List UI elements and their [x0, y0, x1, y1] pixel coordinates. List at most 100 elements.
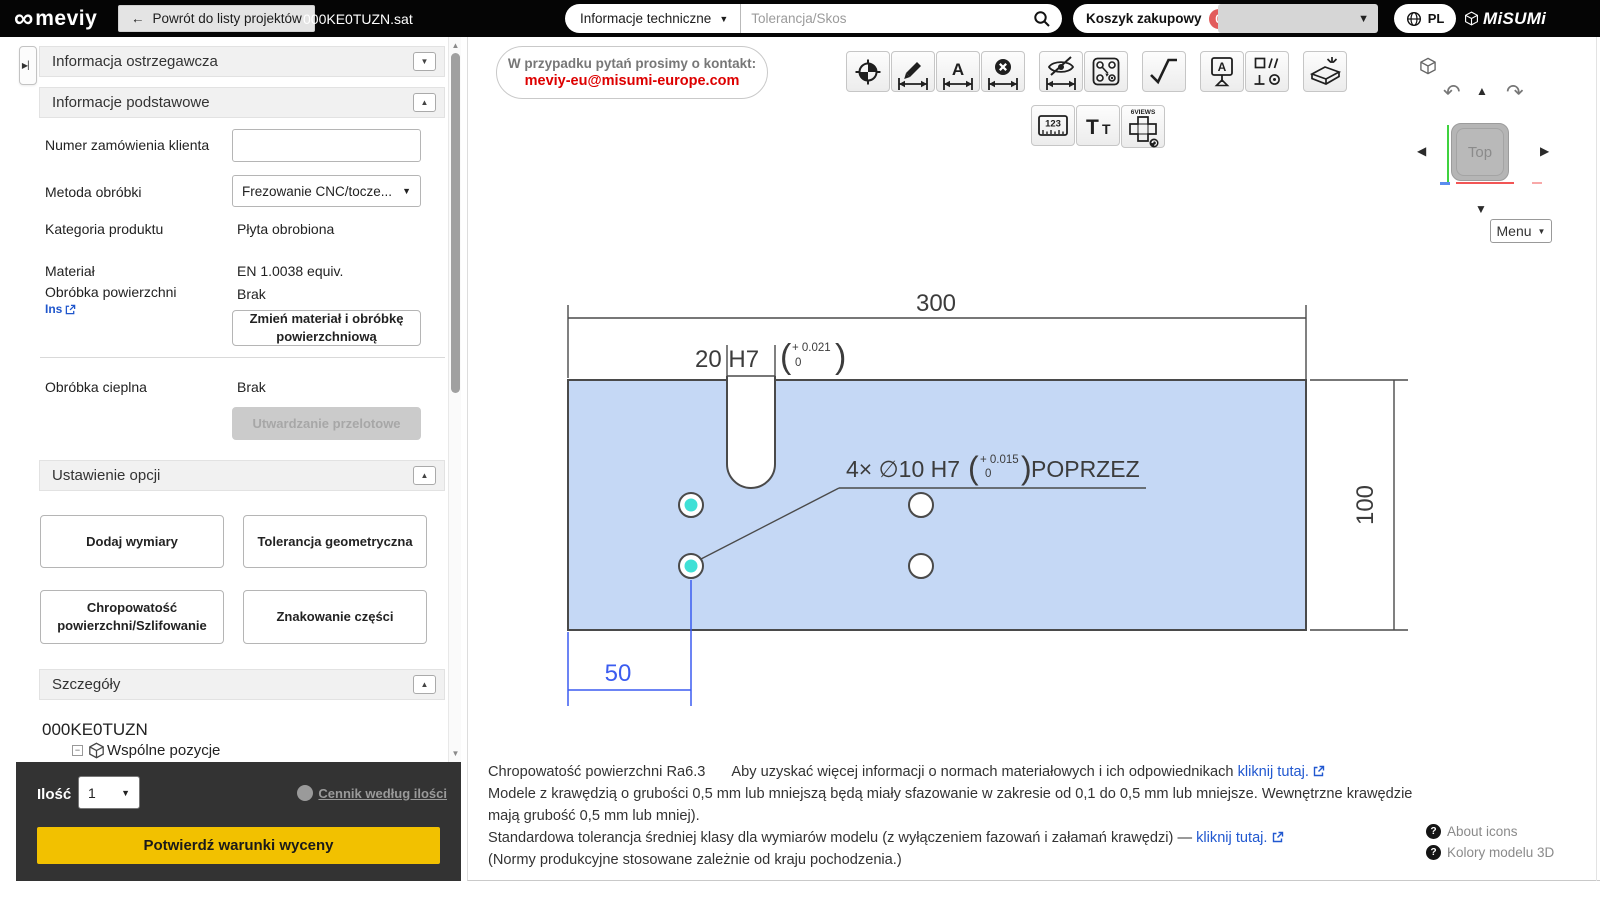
tolerance-info-link[interactable]: kliknij tutaj. [1196, 830, 1267, 846]
cad-viewport[interactable]: W przypadku pytań prosimy o kontakt: mev… [467, 37, 1600, 881]
tree-item-common-positions[interactable]: − Wspólne pozycje [72, 742, 220, 759]
tree-collapse-icon[interactable]: − [72, 745, 83, 756]
quote-footer: Ilość 1 ▼ ? Cennik według ilości Potwier… [16, 762, 461, 881]
about-icons-label: About icons [1447, 824, 1518, 839]
search-icon[interactable] [1033, 10, 1051, 28]
search-category-select[interactable]: Informacje techniczne ▼ [565, 4, 740, 33]
section-basic-title: Informacje podstawowe [52, 94, 210, 111]
section-details-toggle[interactable]: ▲ [413, 675, 436, 694]
chevron-down-icon: ▼ [1358, 12, 1369, 25]
part-marking-button[interactable]: Znakowanie części [243, 590, 427, 644]
back-to-projects-button[interactable]: ← Powrót do listy projektów [118, 5, 315, 32]
meviy-logo-text: meviy [35, 6, 98, 30]
search-category-value: Informacje techniczne [580, 11, 712, 26]
tree-root-label: 000KE0TUZN [42, 720, 148, 739]
section-warning-header: Informacja ostrzegawcza ▼ [39, 46, 445, 77]
dim-100-text: 100 [1352, 485, 1379, 525]
holes-tol-lower: 0 [985, 468, 991, 480]
external-link-icon[interactable] [1313, 765, 1325, 777]
cart-button[interactable]: Koszyk zakupowy 0 [1073, 4, 1236, 33]
quantity-label: Ilość [37, 786, 72, 803]
back-arrow-icon: ← [131, 11, 145, 26]
search-bar: Informacje techniczne ▼ [565, 4, 1062, 33]
add-dimensions-button[interactable]: Dodaj wymiary [40, 515, 224, 568]
chevron-down-icon: ▼ [719, 13, 729, 24]
meviy-logo[interactable]: ∞ meviy [14, 0, 97, 37]
quantity-select[interactable]: 1 ▼ [78, 776, 140, 809]
geometric-tolerance-button[interactable]: Tolerancja geometryczna [243, 515, 427, 568]
cad-drawing[interactable]: 300 20 H7 ( + 0.021 0 ) 4× ∅10 H7 ( + 0.… [468, 37, 1600, 881]
material-value: EN 1.0038 equiv. [237, 263, 344, 279]
surface-label: Obróbka powierzchni [45, 284, 177, 300]
dim-300-text: 300 [916, 290, 956, 317]
heat-label: Obróbka cieplna [45, 379, 147, 395]
note-line-norms: (Normy produkcyjne stosowane zależnie od… [488, 852, 902, 868]
materials-info-link[interactable]: kliknij tutaj. [1238, 764, 1309, 780]
sidebar-scrollbar[interactable]: ▲ ▼ [448, 37, 461, 762]
search-input[interactable] [741, 11, 1033, 26]
pricing-link-label: Cennik według ilości [318, 785, 447, 801]
external-link-icon [66, 304, 76, 314]
category-label: Kategoria produktu [45, 221, 164, 237]
scroll-down-icon[interactable]: ▼ [449, 747, 462, 760]
slot-tol-upper: + 0.021 [792, 342, 831, 354]
holes-paren-open: ( [968, 450, 979, 486]
slot-tol-lower: 0 [795, 357, 801, 369]
tolerance-note: Standardowa tolerancja średniej klasy dl… [488, 830, 1193, 846]
pricing-by-quantity-link[interactable]: ? Cennik według ilości [297, 785, 447, 801]
quantity-value: 1 [88, 784, 96, 801]
section-warning-title: Informacja ostrzegawcza [52, 53, 218, 70]
slot-feature[interactable] [727, 376, 775, 488]
ins-link[interactable]: Ins [45, 302, 76, 316]
order-number-label: Numer zamówienia klienta [45, 137, 210, 153]
account-select[interactable]: ▼ [1218, 4, 1378, 33]
section-basic-header: Informacje podstawowe ▲ [39, 87, 445, 118]
section-options-header: Ustawienie opcji ▲ [39, 460, 445, 491]
section-details-title: Szczegóły [52, 676, 121, 693]
model-colors-link[interactable]: ? Kolory modelu 3D [1426, 845, 1586, 860]
method-select[interactable]: Frezowanie CNC/tocze... ▼ [232, 175, 421, 207]
heat-value: Brak [237, 379, 266, 395]
surface-roughness-button[interactable]: Chropowatość powierzchni/Szlifowanie [40, 590, 224, 644]
hole[interactable] [908, 553, 934, 579]
project-filename: 000KE0TUZN.sat [303, 10, 413, 27]
order-number-input[interactable] [232, 129, 421, 162]
question-icon: ? [1426, 845, 1441, 860]
about-icons-link[interactable]: ? About icons [1426, 824, 1586, 839]
hole-selected-highlight [684, 498, 698, 512]
misumi-logo-text: MiSUMi [1483, 8, 1547, 28]
change-material-button[interactable]: Zmień materiał i obróbkę powierzchniową [232, 310, 421, 346]
misumi-logo: MiSUMi [1464, 0, 1546, 37]
scrollbar-thumb[interactable] [451, 53, 460, 393]
chevron-down-icon: ▼ [121, 787, 130, 798]
external-link-icon[interactable] [1272, 831, 1284, 843]
hole[interactable] [908, 492, 934, 518]
note-line-chamfer-1: Modele z krawędzią o grubości 0,5 mm lub… [488, 786, 1413, 802]
cart-label: Koszyk zakupowy [1086, 11, 1202, 26]
confirm-quote-button[interactable]: Potwierdź warunki wyceny [37, 827, 440, 864]
dim-slot-text: 20 H7 [695, 346, 759, 373]
warning-panel-handle[interactable]: ▶▏ [19, 46, 37, 85]
method-value: Frezowanie CNC/tocze... [242, 183, 393, 199]
model-colors-label: Kolory modelu 3D [1447, 845, 1555, 860]
language-code: PL [1427, 11, 1445, 26]
roughness-note: Chropowatość powierzchni Ra6.3 [488, 764, 706, 780]
hole-selected-highlight [684, 559, 698, 573]
meviy-logo-icon: ∞ [14, 3, 34, 33]
section-basic-toggle[interactable]: ▲ [413, 93, 436, 112]
holes-tol-upper: + 0.015 [980, 454, 1019, 466]
left-panel: Informacja ostrzegawcza ▼ Informacje pod… [0, 37, 467, 762]
scroll-up-icon[interactable]: ▲ [449, 39, 462, 52]
category-value: Płyta obrobiona [237, 221, 335, 237]
surface-value: Brak [237, 286, 266, 302]
section-options-toggle[interactable]: ▲ [413, 466, 436, 485]
misumi-cube-icon [1464, 11, 1479, 26]
language-selector[interactable]: PL [1394, 4, 1456, 33]
ins-link-label: Ins [45, 302, 63, 316]
chevron-down-icon: ▼ [402, 186, 411, 196]
method-label: Metoda obróbki [45, 184, 142, 200]
holes-dim-text: 4× ∅10 H7 [846, 456, 960, 482]
note-line-tolerance: Standardowa tolerancja średniej klasy dl… [488, 827, 1448, 849]
section-warning-toggle[interactable]: ▼ [413, 52, 436, 71]
through-hardening-button: Utwardzanie przelotowe [232, 407, 421, 440]
